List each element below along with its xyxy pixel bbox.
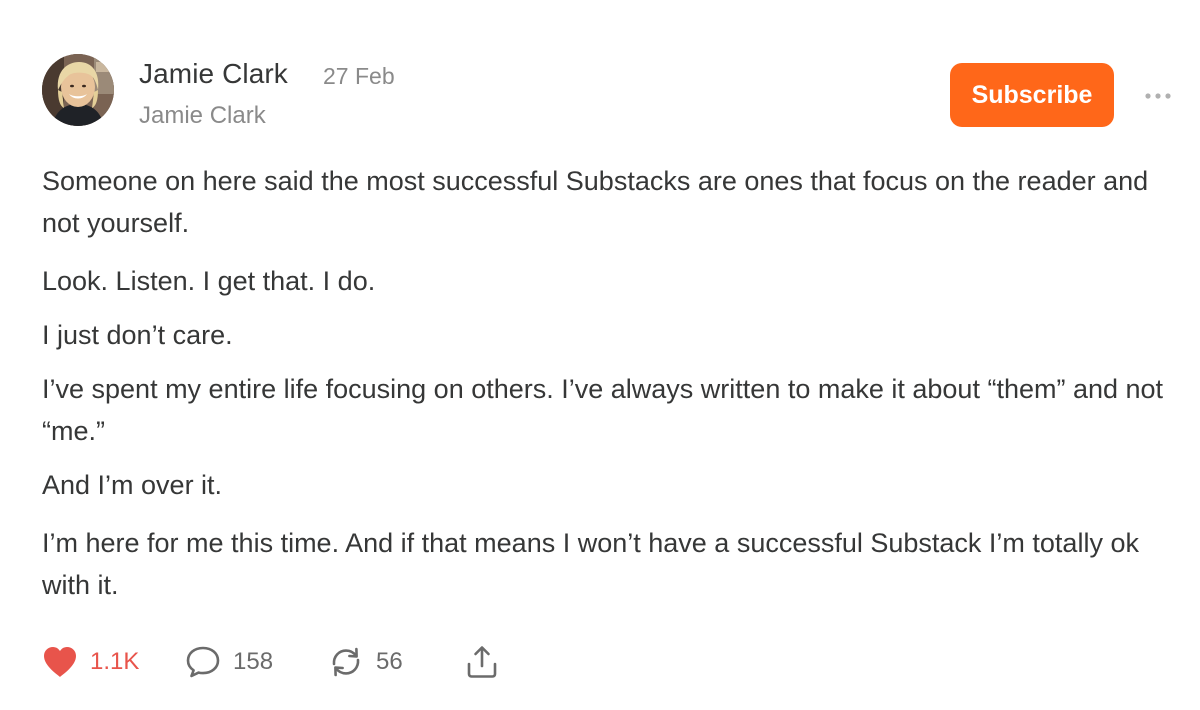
- note-header: Jamie Clark 27 Feb Jamie Clark Subscribe: [42, 54, 1182, 134]
- ellipsis-icon: [1145, 93, 1171, 99]
- avatar-photo-icon: [42, 54, 114, 126]
- note-paragraph: I just don’t care.: [42, 320, 233, 350]
- note-paragraph: I’m here for me this time. And if that m…: [42, 528, 1139, 600]
- comment-count: 158: [233, 648, 274, 675]
- like-button[interactable]: 1.1K: [42, 640, 139, 684]
- comment-button[interactable]: 158: [185, 640, 273, 684]
- post-date[interactable]: 27 Feb: [323, 63, 395, 90]
- restack-count: 56: [376, 648, 403, 675]
- publication-name[interactable]: Jamie Clark: [139, 102, 266, 130]
- note-paragraph: I’ve spent my entire life focusing on ot…: [42, 374, 1164, 446]
- subscribe-button[interactable]: Subscribe: [950, 63, 1114, 127]
- note-paragraph: Someone on here said the most successful…: [42, 166, 1149, 238]
- author-avatar[interactable]: [42, 54, 114, 126]
- restack-button[interactable]: 56: [328, 640, 403, 684]
- share-button[interactable]: [464, 640, 500, 684]
- like-count: 1.1K: [90, 648, 140, 675]
- share-icon: [467, 646, 497, 678]
- heart-icon: [44, 647, 76, 677]
- note-paragraph: Look. Listen. I get that. I do.: [42, 266, 376, 296]
- note-paragraph: And I’m over it.: [42, 470, 223, 500]
- author-name[interactable]: Jamie Clark: [139, 58, 288, 90]
- more-options-button[interactable]: [1143, 84, 1173, 108]
- speech-bubble-icon: [186, 646, 220, 678]
- action-bar: 1.1K 158 56: [42, 640, 642, 684]
- note-card: Jamie Clark 27 Feb Jamie Clark Subscribe…: [0, 0, 1200, 710]
- restack-icon: [332, 647, 360, 677]
